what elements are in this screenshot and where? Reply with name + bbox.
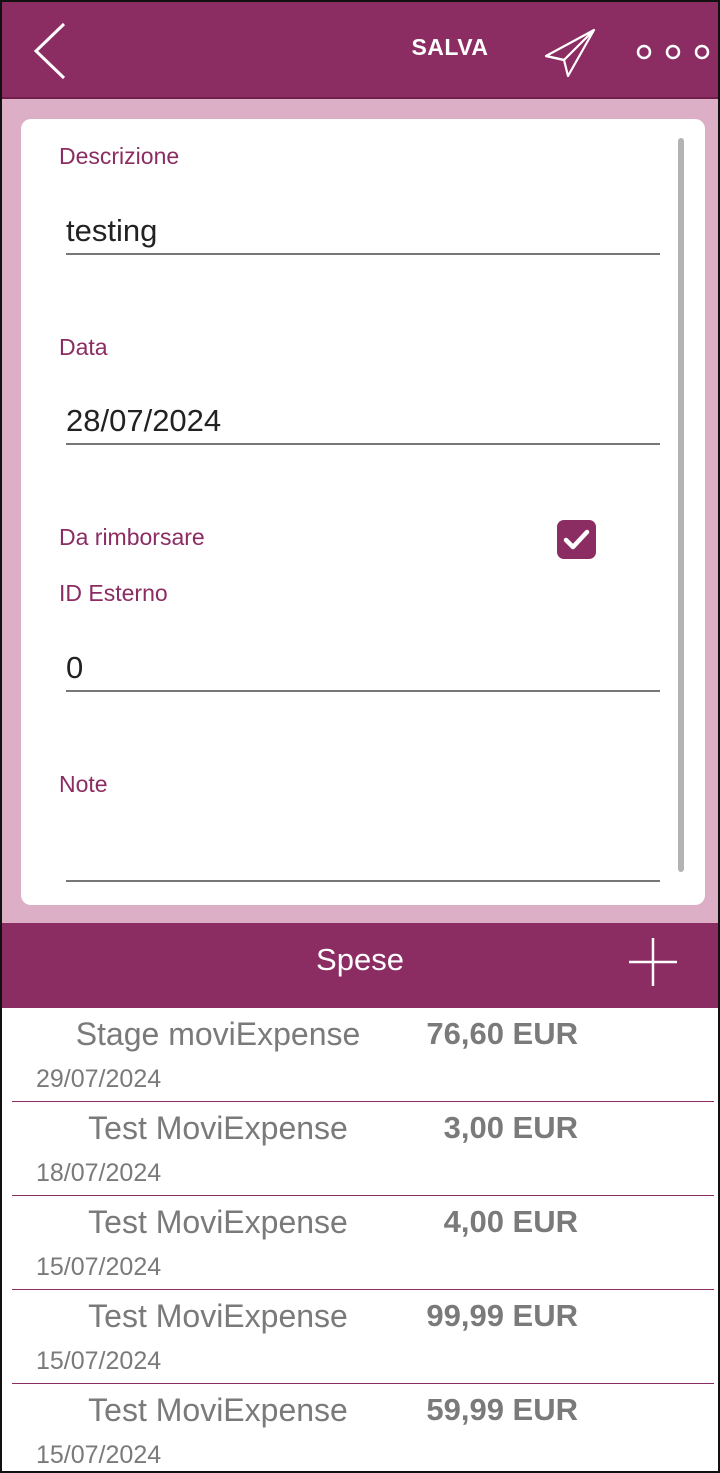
expense-amount: 99,99 EUR — [426, 1298, 578, 1333]
expense-row[interactable]: Test MoviExpense 59,99 EUR 15/07/2024 — [2, 1384, 718, 1471]
back-button[interactable] — [28, 18, 78, 84]
spese-title: Spese — [316, 942, 404, 977]
expense-date: 15/07/2024 — [36, 1347, 162, 1375]
descrizione-input[interactable]: testing — [66, 209, 660, 255]
data-label: Data — [59, 334, 108, 360]
note-input[interactable] — [66, 836, 660, 882]
expense-date: 15/07/2024 — [36, 1441, 162, 1469]
send-button[interactable] — [542, 24, 598, 80]
expense-name: Test MoviExpense — [88, 1392, 348, 1428]
expense-row[interactable]: Test MoviExpense 4,00 EUR 15/07/2024 — [2, 1196, 718, 1290]
add-expense-button[interactable] — [624, 933, 682, 991]
expense-amount: 76,60 EUR — [426, 1016, 578, 1051]
app-screen: SALVA Descrizione testing Data 28/07/202… — [0, 0, 720, 1473]
paper-plane-icon — [544, 28, 596, 78]
expense-row[interactable]: Stage moviExpense 76,60 EUR 29/07/2024 — [2, 1008, 718, 1102]
expense-amount: 4,00 EUR — [443, 1204, 578, 1239]
chevron-left-icon — [33, 22, 66, 80]
top-app-bar: SALVA — [2, 2, 718, 99]
expense-list: Stage moviExpense 76,60 EUR 29/07/2024 T… — [2, 1008, 718, 1471]
rimborsare-checkbox[interactable] — [557, 520, 596, 559]
expense-name: Stage moviExpense — [75, 1016, 361, 1052]
expense-row[interactable]: Test MoviExpense 99,99 EUR 15/07/2024 — [2, 1290, 718, 1384]
expense-row[interactable]: Test MoviExpense 3,00 EUR 18/07/2024 — [2, 1102, 718, 1196]
expense-date: 29/07/2024 — [36, 1065, 162, 1093]
rimborsare-label: Da rimborsare — [59, 524, 205, 550]
more-options-button[interactable] — [632, 36, 714, 68]
expense-amount: 59,99 EUR — [426, 1392, 578, 1427]
expense-date: 15/07/2024 — [36, 1253, 162, 1281]
data-input[interactable]: 28/07/2024 — [66, 399, 660, 445]
form-scrollbar[interactable] — [678, 138, 684, 872]
id-esterno-input[interactable]: 0 — [66, 646, 660, 692]
id-esterno-label: ID Esterno — [59, 580, 168, 606]
plus-icon — [629, 938, 677, 986]
expense-date: 18/07/2024 — [36, 1159, 162, 1187]
checkmark-icon — [563, 529, 590, 550]
expense-amount: 3,00 EUR — [443, 1110, 578, 1145]
save-button[interactable]: SALVA — [400, 34, 500, 70]
expense-name: Test MoviExpense — [88, 1204, 348, 1240]
expense-name: Test MoviExpense — [88, 1298, 348, 1334]
descrizione-label: Descrizione — [59, 143, 180, 169]
note-label: Note — [59, 771, 108, 797]
more-dots-icon — [636, 44, 710, 60]
expense-name: Test MoviExpense — [88, 1110, 348, 1146]
